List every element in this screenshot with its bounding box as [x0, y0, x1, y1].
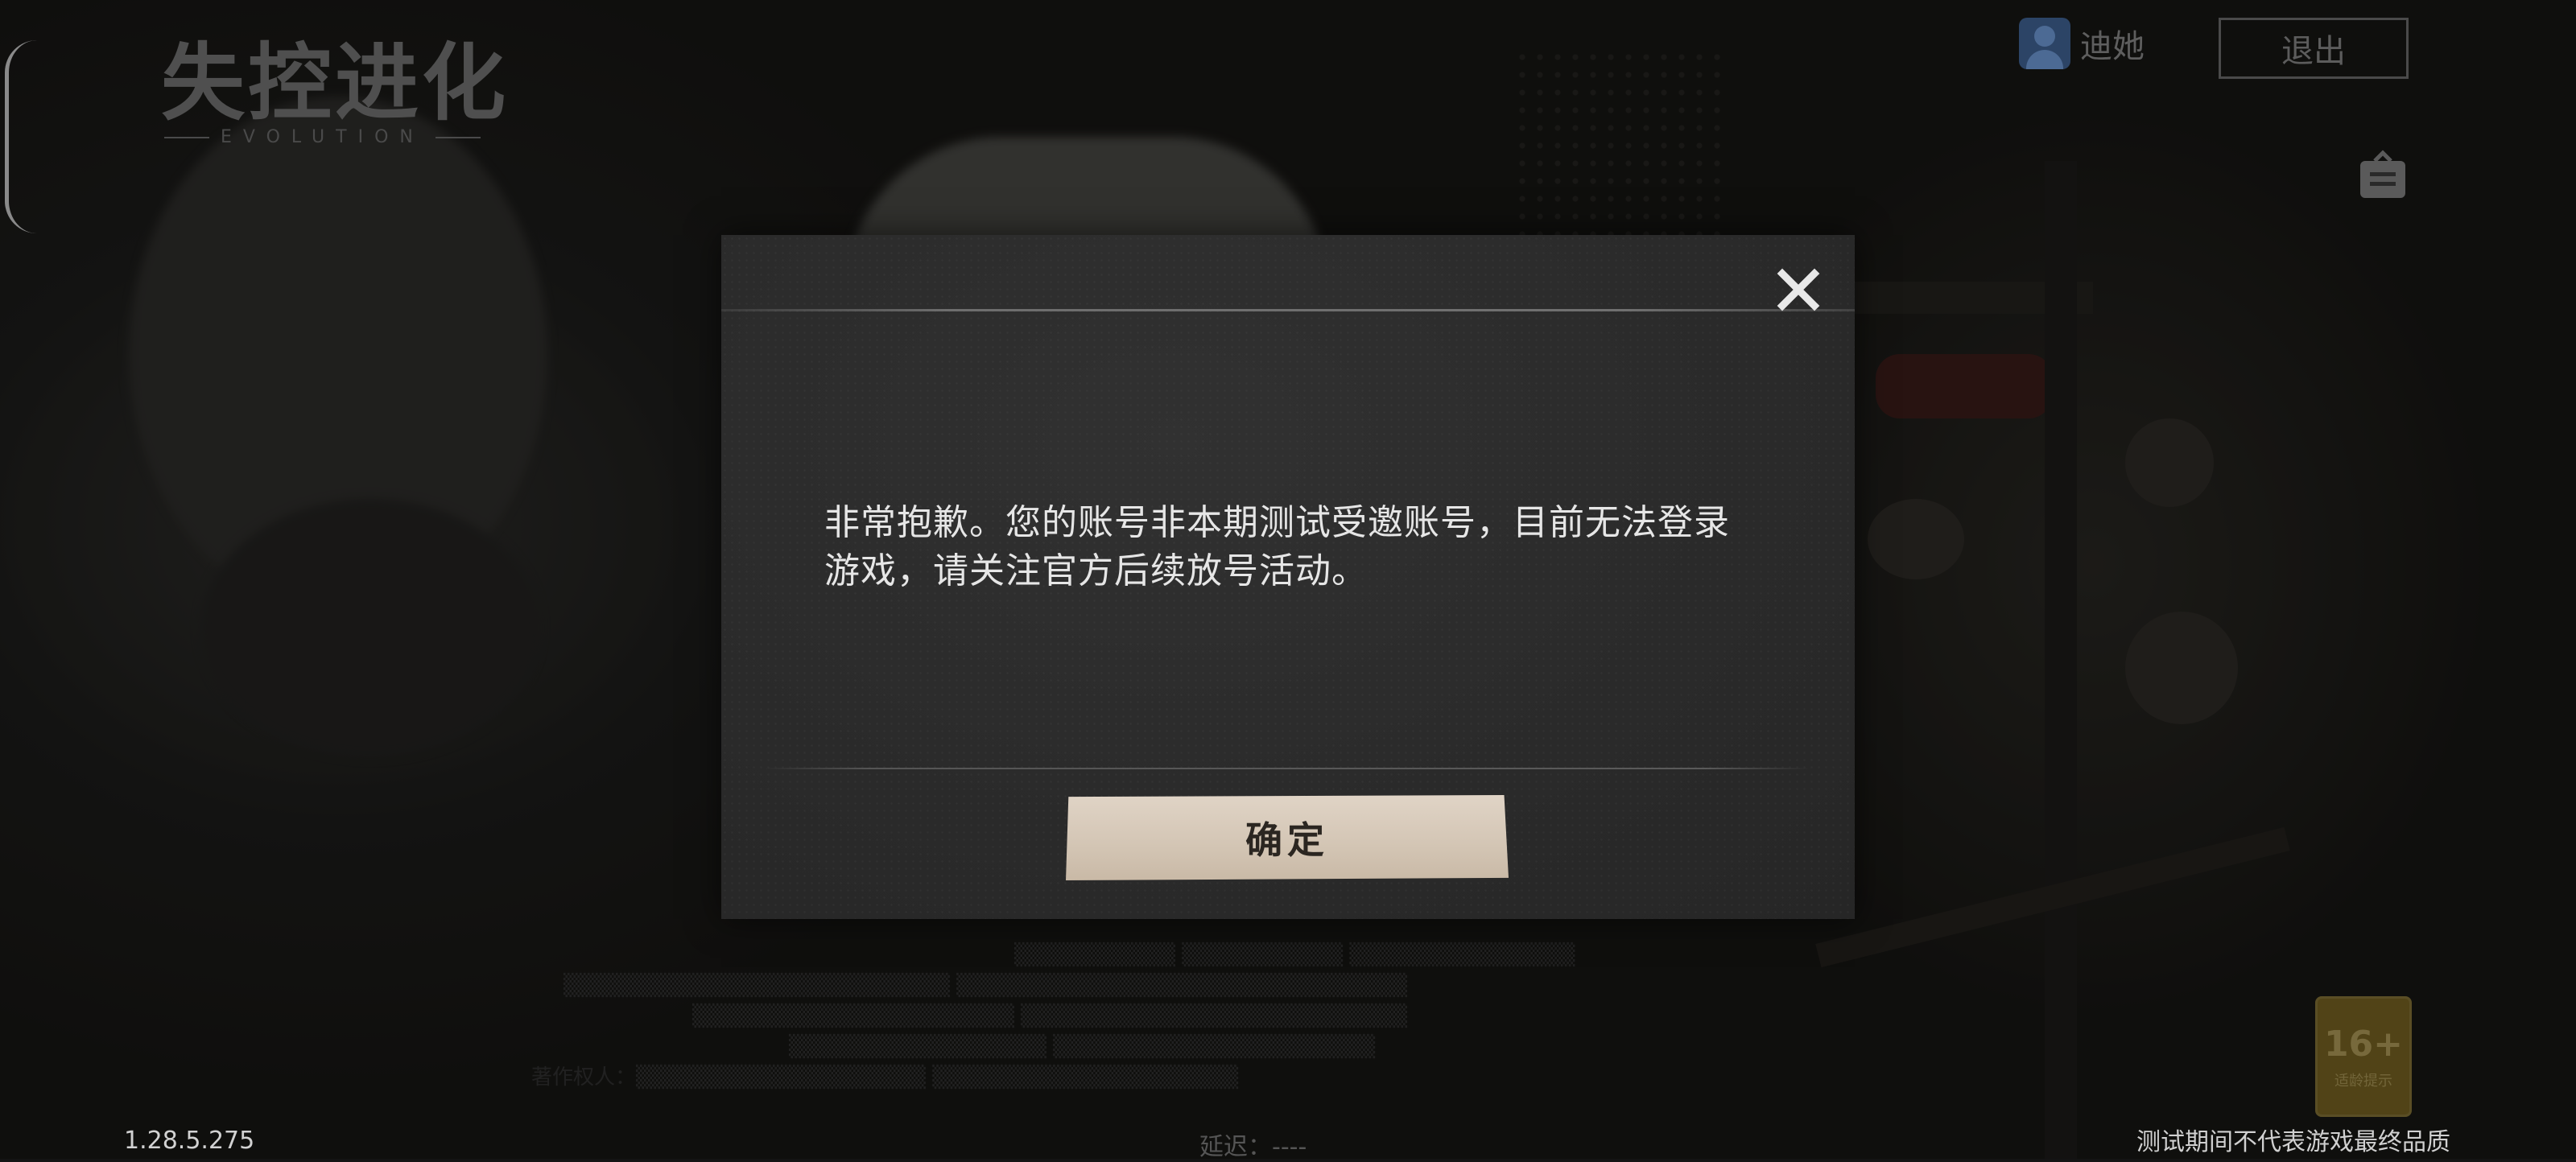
side-drawer-handle[interactable]: [5, 40, 41, 233]
game-logo: 失控进化 EVOLUTION: [161, 39, 509, 147]
logo-title: 失控进化: [161, 34, 510, 132]
test-disclaimer: 测试期间不代表游戏最终品质: [2136, 1128, 2450, 1156]
username: 迪她: [2080, 28, 2145, 65]
close-button[interactable]: [1766, 258, 1831, 322]
age-rating-label: 16+: [2323, 1023, 2404, 1065]
notice-board-icon[interactable]: [2357, 150, 2409, 201]
latency-label: 延迟：----: [1199, 1133, 1307, 1161]
close-icon: [1777, 268, 1820, 311]
dialog-message: 非常抱歉。您的账号非本期测试受邀账号，目前无法登录游戏，请关注官方后续放号活动。: [824, 502, 1730, 591]
dialog-header-divider: [721, 309, 1855, 311]
user-avatar-icon: [2019, 18, 2070, 69]
user-info[interactable]: 迪她: [2019, 18, 2145, 69]
age-rating-caption: 适龄提示: [2334, 1072, 2392, 1090]
account-error-dialog: 非常抱歉。您的账号非本期测试受邀账号，目前无法登录游戏，请关注官方后续放号活动。…: [721, 235, 1855, 919]
confirm-button[interactable]: 确定: [1066, 795, 1509, 880]
dialog-footer-divider: [763, 768, 1810, 769]
exit-button[interactable]: 退出: [2219, 18, 2409, 79]
version-label: 1.28.5.275: [124, 1127, 255, 1155]
age-rating-badge: 16+ 适龄提示: [2315, 996, 2412, 1117]
logo-subtitle: EVOLUTION: [221, 127, 424, 147]
